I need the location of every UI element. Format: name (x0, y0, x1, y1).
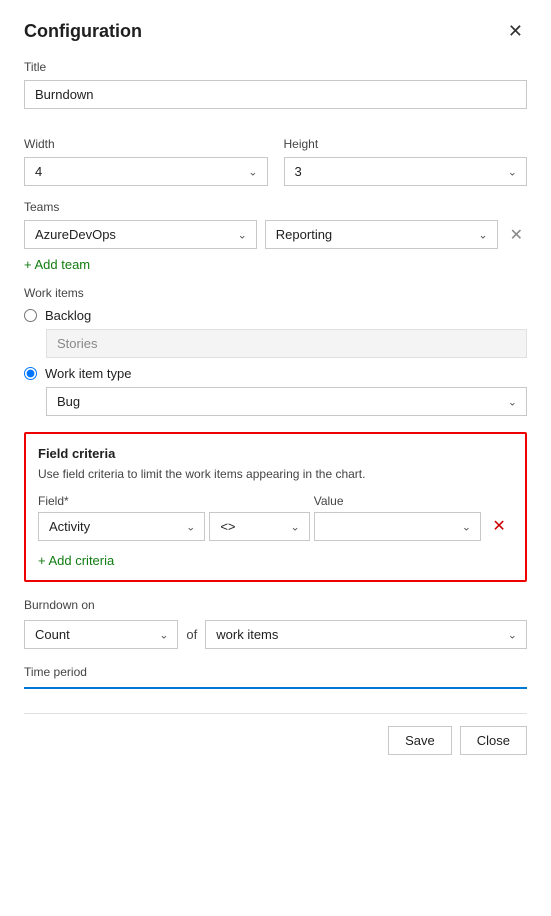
add-criteria-button[interactable]: + Add criteria (38, 553, 114, 568)
time-period-section: Time period (24, 665, 527, 689)
height-label: Height (284, 137, 528, 151)
work-item-type-radio-row: Work item type (24, 366, 527, 381)
width-select-wrapper: 123456 ⌄ (24, 157, 268, 186)
team2-select[interactable]: Reporting (265, 220, 498, 249)
work-item-type-radio[interactable] (24, 367, 37, 380)
width-select[interactable]: 123456 (24, 157, 268, 186)
wit-select-wrapper: Bug Epic Feature Story Task ⌄ (46, 387, 527, 416)
field-criteria-description: Use field criteria to limit the work ite… (38, 467, 513, 481)
work-item-type-radio-label[interactable]: Work item type (45, 366, 131, 381)
title-label: Title (24, 60, 527, 74)
field-criteria-section: Field criteria Use field criteria to lim… (24, 432, 527, 582)
work-item-type-select-wrapper: Bug Epic Feature Story Task ⌄ (46, 387, 527, 416)
fc-criteria-row: Activity Area Path Assigned To State Tag… (38, 512, 513, 541)
fc-value-label: Value (314, 493, 481, 508)
work-items-section: Work items Backlog Work item type Bug Ep… (24, 286, 527, 416)
team1-select[interactable]: AzureDevOps (24, 220, 257, 249)
burndown-row: Count Sum ⌄ of work items Story Points R… (24, 620, 527, 649)
backlog-value-input (46, 329, 527, 358)
add-team-button[interactable]: + Add team (24, 257, 90, 272)
teams-section: Teams AzureDevOps ⌄ Reporting ⌄ ✕ + Add … (24, 200, 527, 272)
backlog-radio-label[interactable]: Backlog (45, 308, 91, 323)
burndown-label: Burndown on (24, 598, 527, 612)
burndown-count-select[interactable]: Count Sum (24, 620, 178, 649)
burndown-of-label: of (186, 627, 197, 642)
configuration-dialog: Configuration ✕ Title Width 123456 ⌄ Hei… (0, 0, 551, 916)
close-button[interactable]: Close (460, 726, 527, 755)
fc-value-select[interactable] (314, 512, 481, 541)
dialog-header: Configuration ✕ (24, 20, 527, 42)
time-period-label: Time period (24, 665, 527, 679)
team2-select-wrapper: Reporting ⌄ (265, 220, 498, 249)
teams-row: AzureDevOps ⌄ Reporting ⌄ ✕ (24, 220, 527, 249)
burndown-count-select-wrapper: Count Sum ⌄ (24, 620, 178, 649)
title-input[interactable] (24, 80, 527, 109)
burndown-of-select[interactable]: work items Story Points Remaining Work (205, 620, 527, 649)
save-button[interactable]: Save (388, 726, 452, 755)
remove-criteria-button[interactable]: ✕ (492, 519, 505, 535)
fc-value-select-wrapper: ⌄ (314, 512, 481, 541)
fc-field-select-wrapper: Activity Area Path Assigned To State Tag… (38, 512, 205, 541)
fc-remove-col: ✕ (485, 519, 513, 535)
burndown-section: Burndown on Count Sum ⌄ of work items St… (24, 598, 527, 649)
fc-operator-select-wrapper: = <> < > Contains ⌄ (209, 512, 309, 541)
backlog-radio[interactable] (24, 309, 37, 322)
height-select[interactable]: 123456 (284, 157, 528, 186)
height-col: Height 123456 ⌄ (284, 123, 528, 186)
fc-field-select[interactable]: Activity Area Path Assigned To State Tag… (38, 512, 205, 541)
dialog-footer: Save Close (24, 713, 527, 755)
dialog-title: Configuration (24, 21, 142, 42)
backlog-radio-row: Backlog (24, 308, 527, 323)
time-period-bar (24, 687, 527, 689)
fc-operator-select[interactable]: = <> < > Contains (209, 512, 309, 541)
width-label: Width (24, 137, 268, 151)
fc-field-label: Field* (38, 493, 205, 508)
field-criteria-title: Field criteria (38, 446, 513, 461)
close-icon-button[interactable]: ✕ (504, 20, 527, 42)
fc-labels-row: Field* Value (38, 493, 513, 508)
work-item-type-select[interactable]: Bug Epic Feature Story Task (46, 387, 527, 416)
burndown-of-select-wrapper: work items Story Points Remaining Work ⌄ (205, 620, 527, 649)
remove-team2-button[interactable]: ✕ (506, 225, 527, 245)
teams-label: Teams (24, 200, 527, 214)
width-col: Width 123456 ⌄ (24, 123, 268, 186)
width-height-row: Width 123456 ⌄ Height 123456 ⌄ (24, 123, 527, 186)
team1-select-wrapper: AzureDevOps ⌄ (24, 220, 257, 249)
work-items-label: Work items (24, 286, 527, 300)
height-select-wrapper: 123456 ⌄ (284, 157, 528, 186)
